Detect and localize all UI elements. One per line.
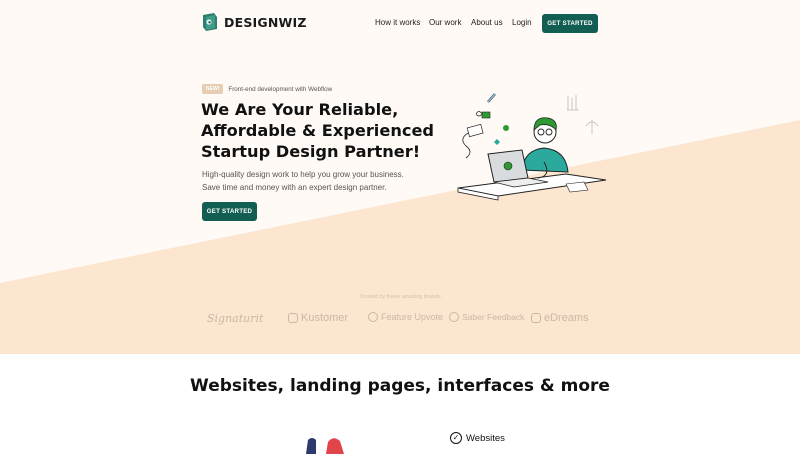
- brand-saber-feedback-name: Saber Feedback: [462, 312, 525, 322]
- headline-line-3: Startup Design Partner!: [201, 142, 421, 161]
- new-badge: NEW!: [202, 84, 224, 94]
- designer-at-laptop-illustration: [457, 93, 607, 201]
- brand-kustomer-name: Kustomer: [301, 312, 349, 324]
- brand-saber-feedback-logo: Saber Feedback: [449, 312, 524, 322]
- subtext-line-2: Save time and money with an expert desig…: [202, 183, 387, 192]
- headline-line-1: We Are Your Reliable,: [201, 100, 399, 119]
- hero-headline: We Are Your Reliable, Affordable & Exper…: [201, 99, 441, 162]
- brand-edreams-logo: eDreams: [531, 312, 589, 324]
- logo[interactable]: DESIGNWIZ: [201, 12, 307, 32]
- logo-text: DESIGNWIZ: [224, 14, 307, 30]
- nav-link-how-it-works[interactable]: How it works: [375, 18, 420, 27]
- top-navigation: DESIGNWIZ How it works Our work About us…: [0, 0, 800, 46]
- trusted-by-label: Trusted by these amazing brands: [359, 294, 441, 300]
- section-title: Websites, landing pages, interfaces & mo…: [190, 376, 610, 396]
- brand-edreams-name: eDreams: [544, 312, 589, 324]
- brand-feature-upvote-logo: Feature Upvote: [368, 312, 443, 322]
- upvote-arrow-icon: [368, 312, 378, 322]
- announcement-row[interactable]: NEW! Front-end development with Webflow: [202, 84, 332, 94]
- brand-kustomer-logo: Kustomer: [288, 312, 348, 324]
- hero-subtext: High-quality design work to help you gro…: [202, 168, 422, 194]
- designwiz-logo-icon: [203, 13, 217, 31]
- brand-signaturit-name: Signaturit: [207, 312, 264, 325]
- nav-link-about-us[interactable]: About us: [471, 18, 503, 27]
- brand-feature-upvote-name: Feature Upvote: [381, 312, 444, 322]
- edreams-icon: [531, 313, 541, 323]
- feature-item-websites: ✓ Websites: [450, 432, 505, 444]
- subtext-line-1: High-quality design work to help you gro…: [202, 170, 404, 179]
- nav-get-started-button[interactable]: GET STARTED: [542, 14, 598, 33]
- nav-link-login[interactable]: Login: [512, 18, 532, 27]
- section-illustration-top: [306, 438, 344, 454]
- feature-label: Websites: [466, 432, 505, 444]
- announcement-text: Front-end development with Webflow: [228, 85, 333, 93]
- chat-bubble-icon: [449, 312, 459, 322]
- kustomer-icon: [288, 313, 298, 323]
- headline-line-2: Affordable & Experienced: [201, 121, 435, 140]
- hero-get-started-button[interactable]: GET STARTED: [202, 202, 257, 221]
- nav-link-our-work[interactable]: Our work: [429, 18, 461, 27]
- check-circle-icon: ✓: [450, 432, 462, 444]
- brand-signaturit-logo: Signaturit: [207, 312, 263, 325]
